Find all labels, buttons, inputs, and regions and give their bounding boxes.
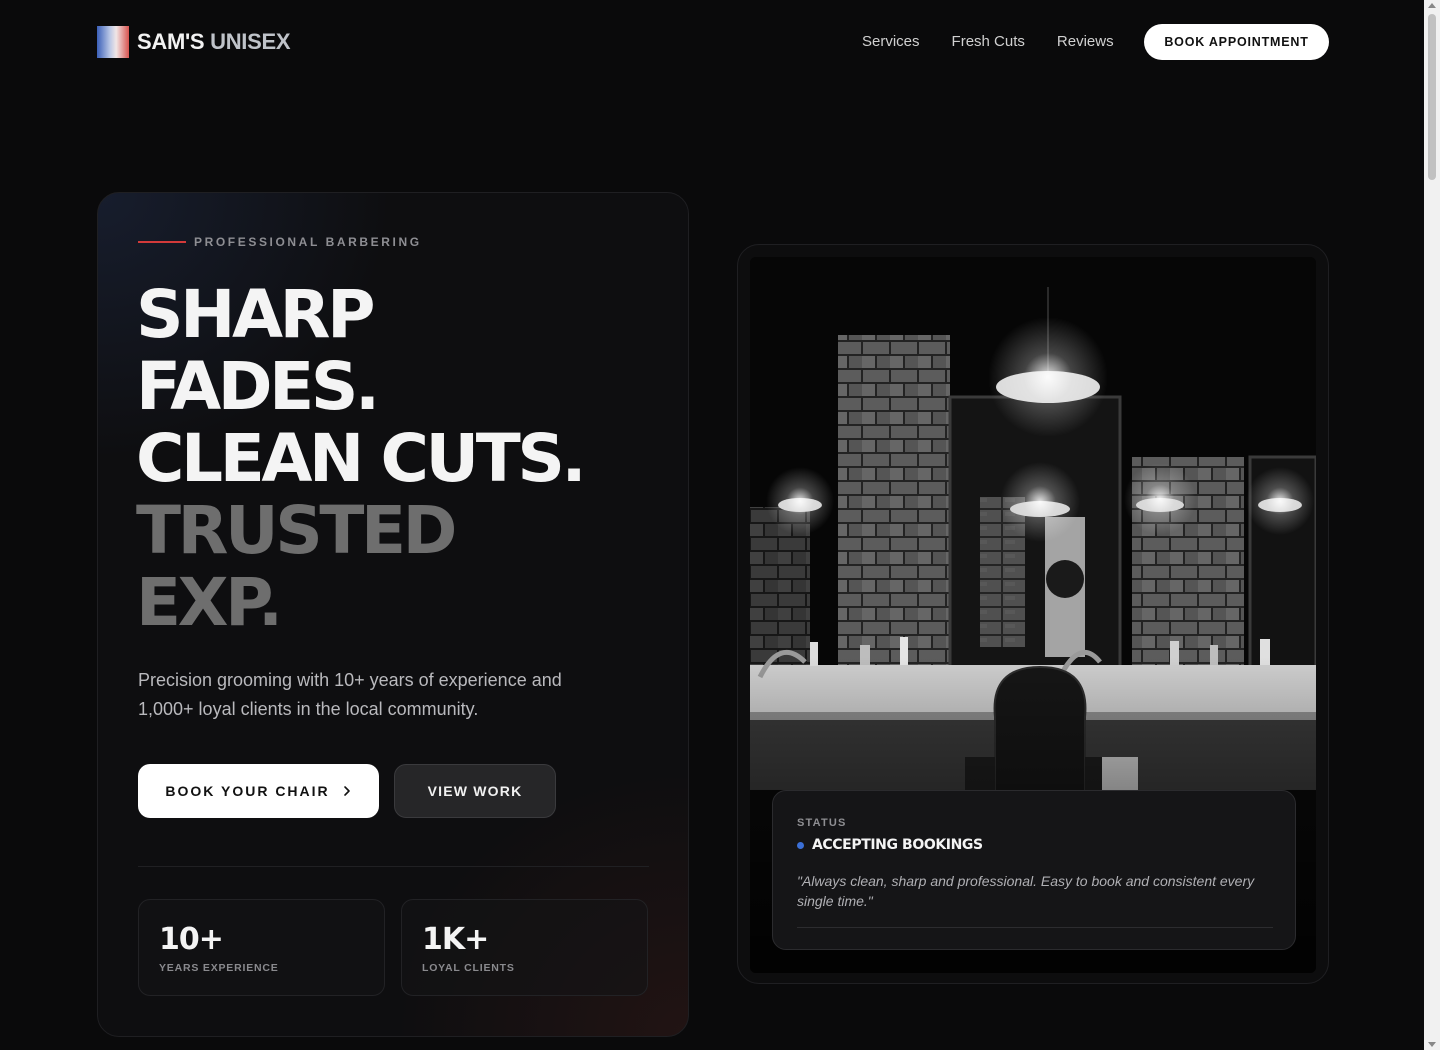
- scroll-thumb[interactable]: [1428, 14, 1436, 180]
- brand-logo[interactable]: SAM'S UNISEX: [97, 26, 291, 58]
- hero-lead: Precision grooming with 10+ years of exp…: [138, 670, 562, 719]
- page-scrollbar[interactable]: [1424, 0, 1440, 1050]
- status-text: ACCEPTING BOOKINGS: [812, 837, 983, 853]
- photo-card: STATUS ACCEPTING BOOKINGS "Always clean,…: [737, 244, 1329, 984]
- stat-card-experience: 10+ YEARS EXPERIENCE: [138, 899, 385, 996]
- headline-line: CLEAN CUTS.: [136, 420, 587, 497]
- nav-link-reviews[interactable]: Reviews: [1057, 33, 1114, 50]
- scroll-up-arrow-icon[interactable]: [1428, 3, 1436, 8]
- view-work-button[interactable]: VIEW WORK: [394, 764, 556, 818]
- status-divider: [797, 927, 1273, 928]
- hero-headline: SHARP FADES. CLEAN CUTS. TRUSTED EXP.: [136, 276, 587, 641]
- hero-card: PROFESSIONAL BARBERING SHARP FADES. CLEA…: [97, 192, 689, 1037]
- brand-name-part2: UNISEX: [210, 29, 291, 54]
- eyebrow-accent-line: [138, 241, 186, 243]
- brand-name: SAM'S UNISEX: [137, 29, 291, 55]
- top-nav: SAM'S UNISEX Services Fresh Cuts Reviews…: [0, 0, 1424, 84]
- eyebrow: PROFESSIONAL BARBERING: [138, 235, 422, 249]
- headline-line: TRUSTED: [136, 492, 457, 569]
- nav-link-fresh-cuts[interactable]: Fresh Cuts: [952, 33, 1025, 50]
- headline-line: EXP.: [136, 564, 283, 641]
- stat-value: 10+: [159, 922, 224, 957]
- stat-value: 1K+: [422, 922, 489, 957]
- stat-label: LOYAL CLIENTS: [422, 962, 515, 974]
- headline-line: FADES.: [136, 348, 380, 425]
- nav-links: Services Fresh Cuts Reviews: [862, 33, 1114, 50]
- eyebrow-text: PROFESSIONAL BARBERING: [194, 235, 422, 249]
- nav-link-services[interactable]: Services: [862, 33, 920, 50]
- book-appointment-button[interactable]: BOOK APPOINTMENT: [1144, 24, 1329, 60]
- book-your-chair-label: BOOK YOUR CHAIR: [165, 783, 330, 799]
- brand-name-part1: SAM'S: [137, 29, 205, 54]
- headline-line: SHARP: [136, 276, 375, 353]
- divider: [138, 866, 649, 867]
- status-label: STATUS: [797, 817, 847, 829]
- status-row: ACCEPTING BOOKINGS: [797, 837, 983, 853]
- status-card: STATUS ACCEPTING BOOKINGS "Always clean,…: [772, 790, 1296, 950]
- scroll-down-arrow-icon[interactable]: [1428, 1042, 1436, 1047]
- stat-label: YEARS EXPERIENCE: [159, 962, 279, 974]
- status-dot-icon: [797, 841, 804, 849]
- review-quote: "Always clean, sharp and professional. E…: [797, 873, 1255, 909]
- chevron-right-icon: [343, 786, 350, 796]
- stat-card-clients: 1K+ LOYAL CLIENTS: [401, 899, 648, 996]
- brand-mark-icon: [97, 26, 129, 58]
- book-your-chair-button[interactable]: BOOK YOUR CHAIR: [138, 764, 379, 818]
